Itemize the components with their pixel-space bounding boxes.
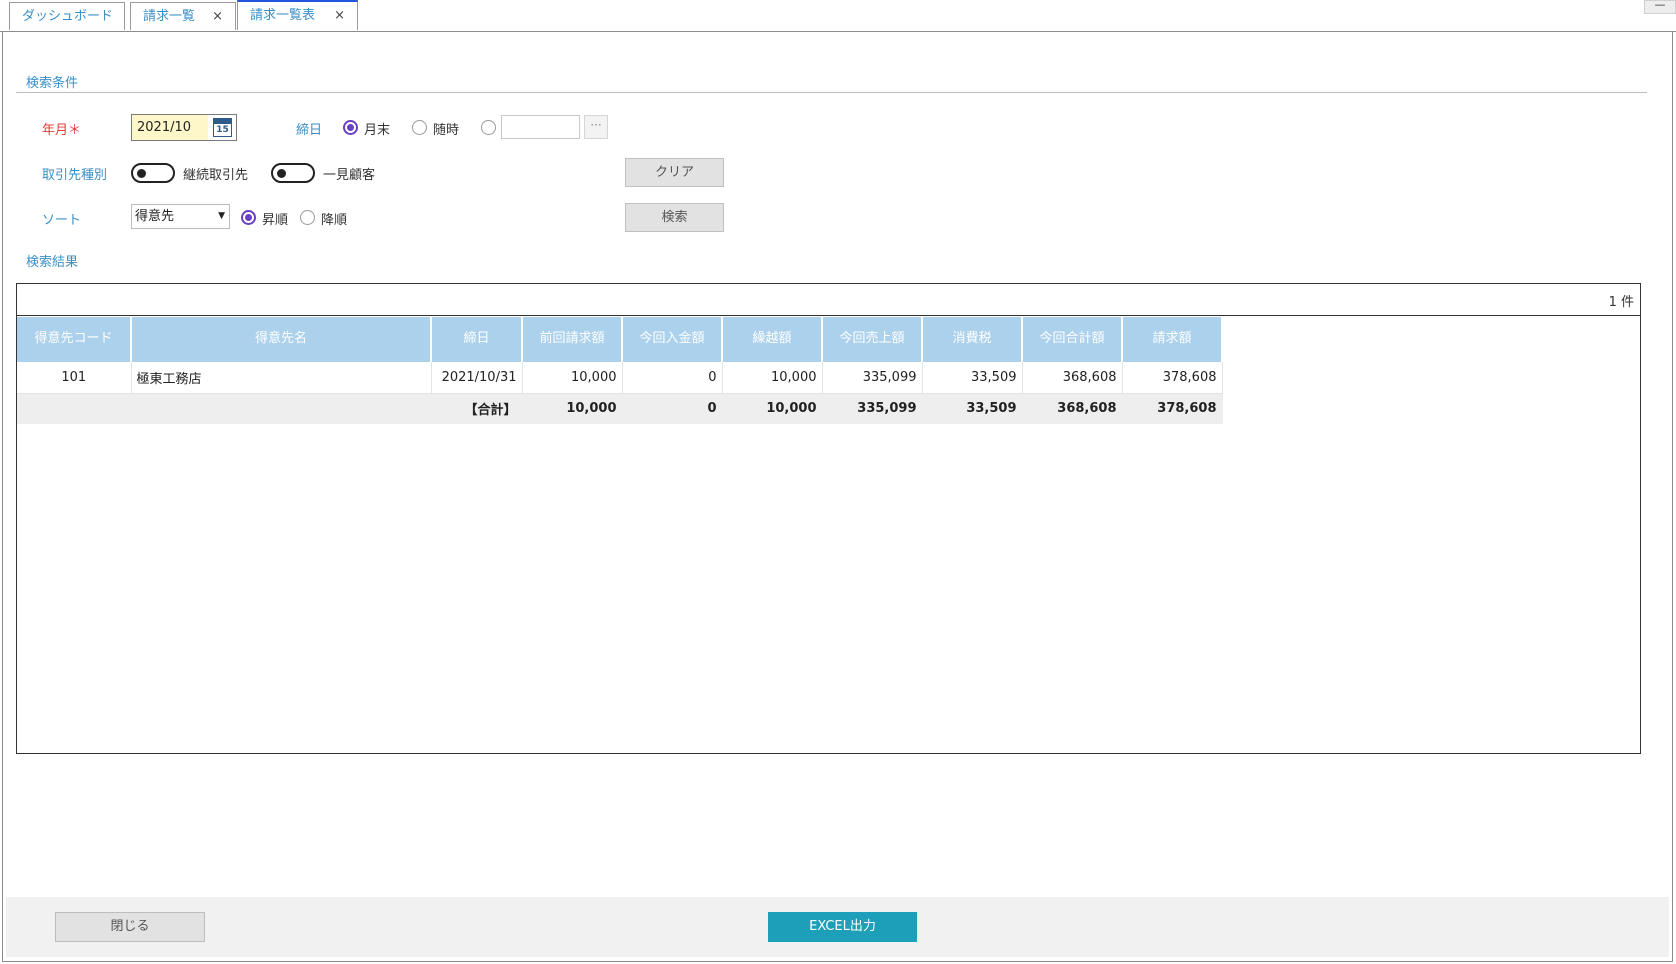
cell-tax: 33,509 — [922, 362, 1023, 394]
column-header[interactable]: 消費税 — [922, 317, 1023, 362]
closing-anytime-label: 随時 — [433, 123, 460, 138]
year-month-input[interactable]: 2021/10 15 — [131, 114, 237, 141]
total-empty-cell — [17, 393, 132, 424]
tab-dashboard[interactable]: ダッシュボード — [9, 2, 125, 30]
result-count: 1 件 — [1608, 295, 1634, 310]
results-grid: 1 件 得意先コード 得意先名 締日 前回請求額 今回入金額 繰越額 今回売上額… — [16, 283, 1641, 754]
cell-previous-billing: 10,000 — [522, 362, 623, 394]
calendar-icon[interactable]: 15 — [213, 118, 232, 137]
close-button[interactable]: 閉じる — [55, 912, 205, 942]
continuing-partner-label: 継続取引先 — [183, 168, 249, 183]
total-total: 368,608 — [1022, 393, 1123, 424]
cell-closing-date: 2021/10/31 — [431, 362, 523, 394]
tab-invoice-list[interactable]: 請求一覧 × — [130, 2, 236, 30]
year-month-value[interactable]: 2021/10 — [132, 115, 208, 140]
search-conditions-title: 検索条件 — [26, 76, 79, 91]
close-icon[interactable]: × — [212, 3, 223, 31]
excel-export-button[interactable]: EXCEL出力 — [768, 912, 917, 942]
year-month-label: 年月＊ — [42, 123, 82, 138]
column-header[interactable]: 得意先名 — [131, 317, 432, 362]
minimize-icon[interactable]: — — [1644, 0, 1676, 14]
column-header[interactable]: 今回合計額 — [1022, 317, 1123, 362]
cell-carryover: 10,000 — [722, 362, 823, 394]
sort-label: ソート — [42, 213, 82, 228]
total-tax: 33,509 — [922, 393, 1023, 424]
results-table: 得意先コード 得意先名 締日 前回請求額 今回入金額 繰越額 今回売上額 消費税… — [17, 317, 1223, 424]
total-billing-amount: 378,608 — [1122, 393, 1223, 424]
sort-select-value: 得意先 — [135, 209, 175, 224]
column-header[interactable]: 請求額 — [1122, 317, 1223, 362]
table-row[interactable]: 101 極東工務店 2021/10/31 10,000 0 10,000 335… — [17, 362, 1223, 394]
closing-day-input[interactable] — [501, 115, 580, 139]
calendar-day: 15 — [216, 125, 229, 135]
closing-custom-radio[interactable] — [481, 120, 496, 135]
column-header[interactable]: 今回売上額 — [822, 317, 923, 362]
closing-month-end-label: 月末 — [364, 123, 391, 138]
total-previous-billing: 10,000 — [522, 393, 623, 424]
total-carryover: 10,000 — [722, 393, 823, 424]
continuing-partner-toggle[interactable] — [131, 163, 175, 183]
cell-total: 368,608 — [1022, 362, 1123, 394]
cell-customer-name: 極東工務店 — [131, 362, 432, 394]
cell-payment: 0 — [622, 362, 723, 394]
table-header-row: 得意先コード 得意先名 締日 前回請求額 今回入金額 繰越額 今回売上額 消費税… — [17, 317, 1223, 362]
more-button[interactable]: ··· — [584, 115, 608, 139]
partner-type-label: 取引先種別 — [42, 168, 108, 183]
tab-label: 請求一覧表 — [250, 8, 316, 23]
clear-button[interactable]: クリア — [625, 158, 724, 187]
result-count-bar: 1 件 — [17, 284, 1640, 316]
chevron-down-icon: ▼ — [218, 211, 225, 221]
section-divider — [16, 92, 1647, 93]
tab-label: 請求一覧 — [143, 9, 196, 24]
total-label: 【合計】 — [431, 393, 523, 424]
cell-billing-amount: 378,608 — [1122, 362, 1223, 394]
one-time-customer-label: 一見顧客 — [323, 168, 376, 183]
closing-month-end-radio[interactable] — [343, 120, 358, 135]
search-button[interactable]: 検索 — [625, 203, 724, 232]
cell-sales: 335,099 — [822, 362, 923, 394]
total-empty-cell — [131, 393, 432, 424]
tab-invoice-report[interactable]: 請求一覧表 × — [237, 0, 358, 30]
sort-select[interactable]: 得意先 ▼ — [131, 204, 230, 229]
total-sales: 335,099 — [822, 393, 923, 424]
sort-asc-label: 昇順 — [262, 213, 289, 228]
column-header[interactable]: 今回入金額 — [622, 317, 723, 362]
total-payment: 0 — [622, 393, 723, 424]
total-row: 【合計】 10,000 0 10,000 335,099 33,509 368,… — [17, 393, 1223, 424]
tab-label: ダッシュボード — [22, 9, 114, 24]
tab-bar: ダッシュボード 請求一覧 × 請求一覧表 × — — [0, 0, 1676, 32]
column-header[interactable]: 繰越額 — [722, 317, 823, 362]
cell-customer-code: 101 — [17, 362, 132, 394]
one-time-customer-toggle[interactable] — [271, 163, 315, 183]
column-header[interactable]: 締日 — [431, 317, 523, 362]
close-icon[interactable]: × — [334, 2, 345, 30]
sort-desc-label: 降順 — [321, 213, 348, 228]
closing-anytime-radio[interactable] — [412, 120, 427, 135]
closing-day-label: 締日 — [296, 123, 323, 138]
sort-asc-radio[interactable] — [241, 210, 256, 225]
column-header[interactable]: 前回請求額 — [522, 317, 623, 362]
search-results-title: 検索結果 — [26, 255, 79, 270]
column-header[interactable]: 得意先コード — [17, 317, 132, 362]
sort-desc-radio[interactable] — [300, 210, 315, 225]
